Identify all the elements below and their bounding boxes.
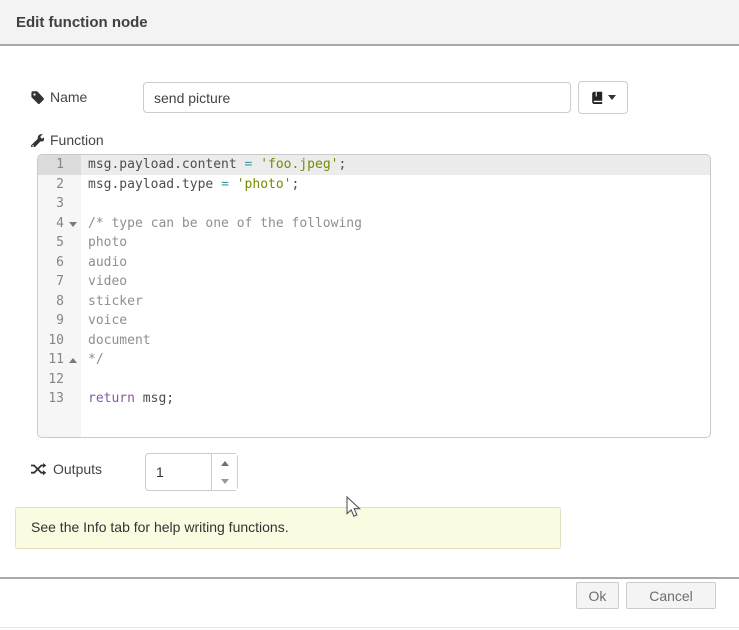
- footer-divider: [0, 577, 739, 579]
- code-line[interactable]: 1msg.payload.content = 'foo.jpeg';: [38, 155, 710, 175]
- code-line[interactable]: 11*/: [38, 350, 710, 370]
- ok-button[interactable]: Ok: [576, 582, 619, 609]
- gutter-line-number: 7: [38, 272, 81, 292]
- info-tip: See the Info tab for help writing functi…: [15, 507, 561, 549]
- info-tip-text: See the Info tab for help writing functi…: [31, 519, 289, 535]
- code-editor[interactable]: 1msg.payload.content = 'foo.jpeg';2msg.p…: [37, 154, 711, 438]
- code-line[interactable]: 5photo: [38, 233, 710, 253]
- code-line[interactable]: 7video: [38, 272, 710, 292]
- book-icon: [591, 91, 604, 105]
- gutter-line-number: 1: [38, 155, 81, 175]
- dialog-bottom-edge: [0, 627, 739, 628]
- name-label-text: Name: [50, 89, 87, 105]
- gutter-line-number: 11: [38, 350, 81, 370]
- gutter-line-number: 4: [38, 214, 81, 234]
- outputs-label: Outputs: [30, 459, 102, 479]
- code-line[interactable]: 8sticker: [38, 292, 710, 312]
- gutter-line-number: 2: [38, 175, 81, 195]
- code-line-text: document: [81, 331, 151, 351]
- code-line-text: audio: [81, 253, 127, 273]
- fold-up-icon[interactable]: [69, 358, 77, 363]
- wrench-icon: [30, 133, 44, 147]
- code-line[interactable]: 4/* type can be one of the following: [38, 214, 710, 234]
- cursor-arrow: [346, 496, 361, 518]
- shuffle-icon: [30, 462, 47, 476]
- edit-function-node-dialog: Edit function node Name Function 1msg.pa…: [0, 0, 739, 630]
- gutter-line-number: 13: [38, 389, 81, 409]
- code-line[interactable]: 10document: [38, 331, 710, 351]
- code-line[interactable]: 9voice: [38, 311, 710, 331]
- dialog-title: Edit function node: [16, 14, 148, 31]
- code-line-text: return msg;: [81, 389, 174, 409]
- code-line-text: [81, 194, 88, 214]
- gutter-line-number: 3: [38, 194, 81, 214]
- spinner-down-button[interactable]: [212, 472, 237, 490]
- code-line-text: msg.payload.content = 'foo.jpeg';: [81, 155, 346, 175]
- outputs-label-text: Outputs: [53, 461, 102, 477]
- name-input[interactable]: [143, 82, 571, 113]
- function-label: Function: [30, 130, 104, 150]
- code-line[interactable]: 3: [38, 194, 710, 214]
- code-line-text: [81, 370, 88, 390]
- code-line[interactable]: 2msg.payload.type = 'photo';: [38, 175, 710, 195]
- tag-icon: [30, 90, 44, 104]
- dialog-header: Edit function node: [0, 0, 739, 46]
- gutter-line-number: 10: [38, 331, 81, 351]
- spinner-up-button[interactable]: [212, 454, 237, 472]
- code-line-text: voice: [81, 311, 127, 331]
- caret-down-icon: [608, 95, 616, 100]
- gutter-line-number: 12: [38, 370, 81, 390]
- triangle-down-icon: [221, 479, 229, 484]
- fold-down-icon[interactable]: [69, 222, 77, 227]
- gutter-line-number: 6: [38, 253, 81, 273]
- outputs-input[interactable]: [146, 454, 211, 490]
- gutter-line-number: 9: [38, 311, 81, 331]
- code-editor-lines: 1msg.payload.content = 'foo.jpeg';2msg.p…: [38, 155, 710, 409]
- code-line[interactable]: 6audio: [38, 253, 710, 273]
- code-line-text: photo: [81, 233, 127, 253]
- cancel-button[interactable]: Cancel: [626, 582, 716, 609]
- code-line-text: */: [81, 350, 104, 370]
- code-line-text: /* type can be one of the following: [81, 214, 362, 234]
- library-button[interactable]: [578, 81, 628, 114]
- code-line[interactable]: 13return msg;: [38, 389, 710, 409]
- outputs-spinner: [145, 453, 238, 491]
- code-line-text: sticker: [81, 292, 143, 312]
- gutter-line-number: 8: [38, 292, 81, 312]
- name-label: Name: [30, 87, 87, 107]
- code-line-text: msg.payload.type = 'photo';: [81, 175, 299, 195]
- code-line-text: video: [81, 272, 127, 292]
- code-line[interactable]: 12: [38, 370, 710, 390]
- gutter-line-number: 5: [38, 233, 81, 253]
- triangle-up-icon: [221, 461, 229, 466]
- function-label-text: Function: [50, 132, 104, 148]
